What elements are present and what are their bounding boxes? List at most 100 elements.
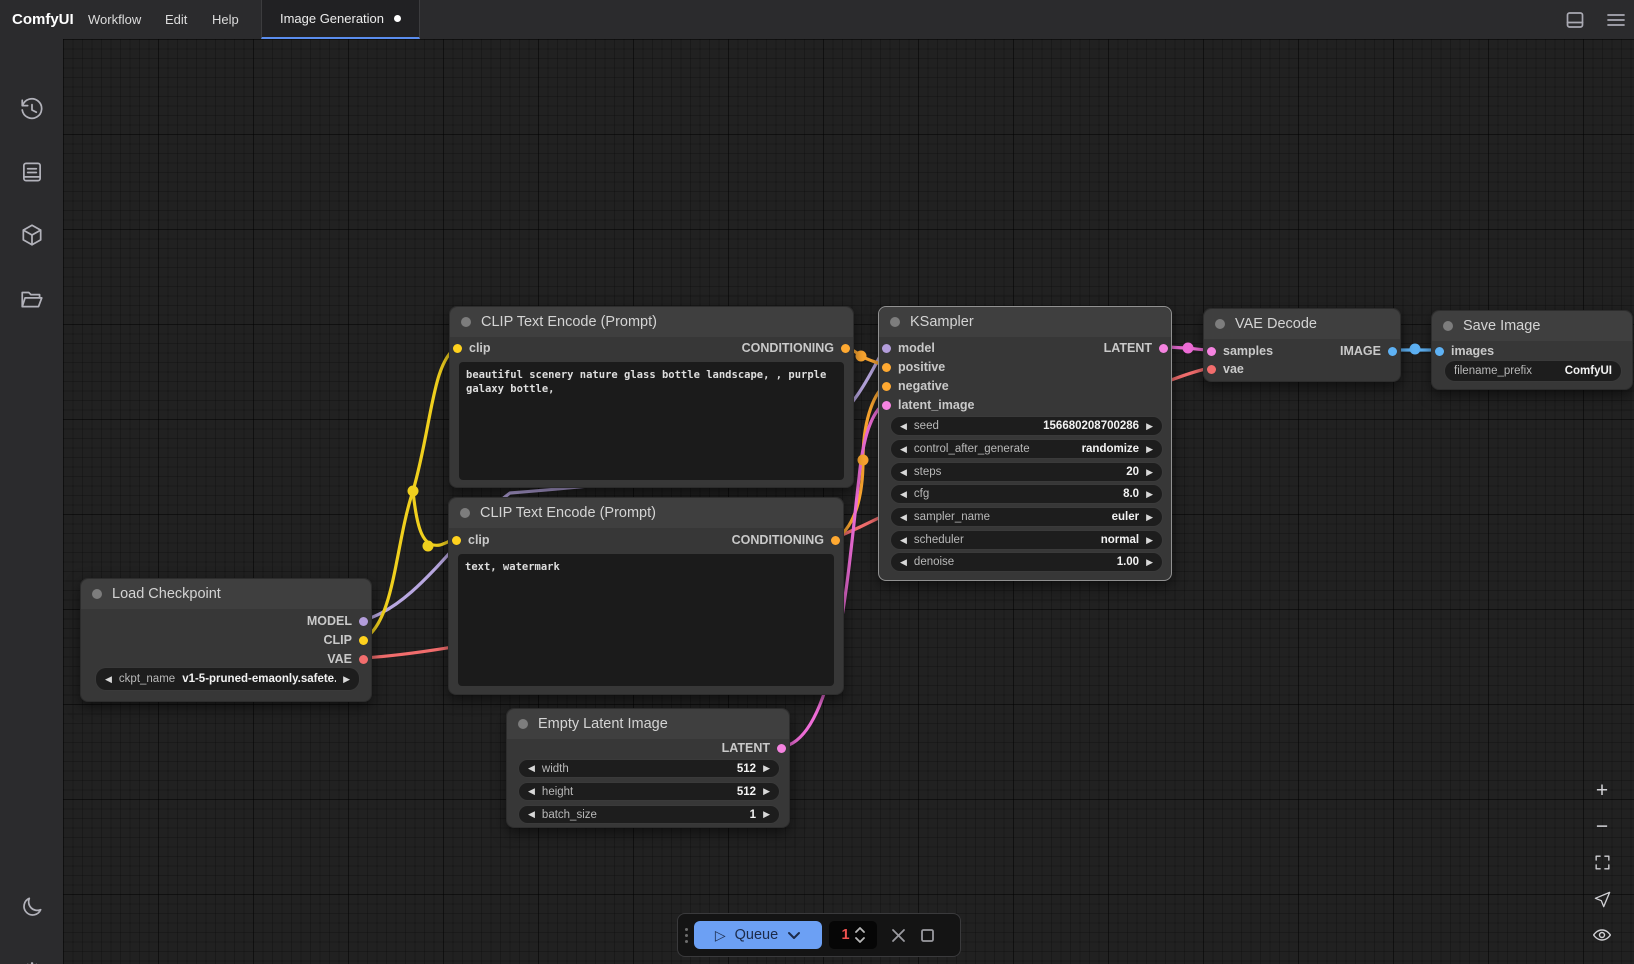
width-widget[interactable]: ◀width512▶ [518,759,780,778]
input-port-positive[interactable] [882,363,891,372]
output-port-vae[interactable] [359,655,368,664]
next-arrow-icon[interactable]: ▶ [763,763,770,774]
collapse-dot-icon[interactable] [461,317,471,327]
batch-size-widget[interactable]: ◀batch_size1▶ [518,805,780,824]
node-header[interactable]: KSampler [879,307,1171,337]
reroute-dot[interactable] [858,455,869,466]
next-arrow-icon[interactable]: ▶ [1146,467,1153,478]
output-port-model[interactable] [359,617,368,626]
node-header[interactable]: VAE Decode [1204,309,1400,339]
prev-arrow-icon[interactable]: ◀ [900,535,907,546]
clear-queue-icon[interactable] [891,928,906,943]
batch-count-value[interactable]: 1 [841,927,849,943]
menu-edit[interactable]: Edit [165,0,187,39]
reroute-dot[interactable] [408,486,419,497]
collapse-dot-icon[interactable] [1443,321,1453,331]
prev-arrow-icon[interactable]: ◀ [528,809,535,820]
scheduler-widget[interactable]: ◀schedulernormal▶ [890,530,1163,550]
queue-log-icon[interactable] [19,159,45,185]
next-arrow-icon[interactable]: ▶ [343,674,350,685]
ckpt-name-widget[interactable]: ◀ ckpt_name v1-5-pruned-emaonly.safete..… [95,667,360,691]
fit-view-button[interactable] [1588,848,1616,876]
pan-mode-button[interactable] [1588,885,1616,913]
control-after-generate-widget[interactable]: ◀control_after_generaterandomize▶ [890,439,1163,459]
node-header[interactable]: Save Image [1432,311,1632,341]
input-port-negative[interactable] [882,382,891,391]
prev-arrow-icon[interactable]: ◀ [528,786,535,797]
prev-arrow-icon[interactable]: ◀ [528,763,535,774]
next-arrow-icon[interactable]: ▶ [1146,489,1153,500]
reroute-dot[interactable] [856,351,867,362]
collapse-dot-icon[interactable] [92,589,102,599]
zoom-out-button[interactable]: − [1588,812,1616,840]
node-clip-text-encode-negative[interactable]: CLIP Text Encode (Prompt) clip CONDITION… [448,497,844,695]
next-arrow-icon[interactable]: ▶ [1146,512,1153,523]
node-save-image[interactable]: Save Image images filename_prefix ComfyU… [1431,310,1633,390]
settings-gear-icon[interactable]: ⚙ [19,958,45,964]
sampler-name-widget[interactable]: ◀sampler_nameeuler▶ [890,507,1163,527]
prev-arrow-icon[interactable]: ◀ [900,421,907,432]
node-clip-text-encode-positive[interactable]: CLIP Text Encode (Prompt) clip CONDITION… [449,306,854,488]
output-port-image[interactable] [1388,347,1397,356]
input-port-model[interactable] [882,344,891,353]
node-header[interactable]: Empty Latent Image [507,709,789,739]
prev-arrow-icon[interactable]: ◀ [900,444,907,455]
prompt-textarea[interactable]: text, watermark [458,554,834,686]
unsaved-indicator-icon[interactable] [394,15,401,22]
toggle-visibility-eye-button[interactable] [1588,921,1616,949]
collapse-dot-icon[interactable] [1215,319,1225,329]
history-icon[interactable] [19,97,45,123]
reroute-dot[interactable] [1183,343,1194,354]
steps-widget[interactable]: ◀steps20▶ [890,462,1163,482]
input-port-clip[interactable] [453,344,462,353]
output-port-latent[interactable] [1159,344,1168,353]
cfg-widget[interactable]: ◀cfg8.0▶ [890,484,1163,504]
output-port-conditioning[interactable] [831,536,840,545]
prev-arrow-icon[interactable]: ◀ [900,467,907,478]
next-arrow-icon[interactable]: ▶ [1146,535,1153,546]
hamburger-menu-icon[interactable] [1604,8,1628,32]
next-arrow-icon[interactable]: ▶ [763,809,770,820]
node-header[interactable]: Load Checkpoint [81,579,371,609]
prev-arrow-icon[interactable]: ◀ [900,489,907,500]
prev-arrow-icon[interactable]: ◀ [900,512,907,523]
height-widget[interactable]: ◀height512▶ [518,782,780,801]
queue-button[interactable]: ▷ Queue [694,921,822,949]
model-library-icon[interactable] [19,222,45,248]
output-port-latent[interactable] [777,744,786,753]
node-load-checkpoint[interactable]: Load Checkpoint MODEL CLIP VAE ◀ ckpt_na… [80,578,372,702]
seed-widget[interactable]: ◀seed156680208700286▶ [890,416,1163,436]
tab-image-generation[interactable]: Image Generation [261,0,420,39]
menu-help[interactable]: Help [212,0,239,39]
workflows-folder-icon[interactable] [19,286,45,312]
prev-arrow-icon[interactable]: ◀ [900,557,907,568]
input-port-images[interactable] [1435,347,1444,356]
stop-icon[interactable] [920,928,935,943]
node-header[interactable]: CLIP Text Encode (Prompt) [450,307,853,337]
output-port-conditioning[interactable] [841,344,850,353]
menu-workflow[interactable]: Workflow [88,0,141,39]
collapse-dot-icon[interactable] [460,508,470,518]
prev-arrow-icon[interactable]: ◀ [105,674,112,685]
node-ksampler[interactable]: KSampler model LATENT positive negative … [878,306,1172,581]
node-empty-latent-image[interactable]: Empty Latent Image LATENT ◀width512▶ ◀he… [506,708,790,828]
theme-moon-icon[interactable] [19,894,45,920]
reroute-dot[interactable] [423,541,434,552]
batch-count-input[interactable]: 1 [829,921,877,949]
prompt-textarea[interactable]: beautiful scenery nature glass bottle la… [459,362,844,480]
node-vae-decode[interactable]: VAE Decode samples IMAGE vae [1203,308,1401,382]
node-header[interactable]: CLIP Text Encode (Prompt) [449,498,843,528]
next-arrow-icon[interactable]: ▶ [1146,421,1153,432]
chevron-down-icon[interactable] [787,931,801,940]
next-arrow-icon[interactable]: ▶ [1146,444,1153,455]
output-port-clip[interactable] [359,636,368,645]
denoise-widget[interactable]: ◀denoise1.00▶ [890,552,1163,572]
input-port-latent-image[interactable] [882,401,891,410]
bottom-panel-toggle-icon[interactable] [1563,8,1587,32]
next-arrow-icon[interactable]: ▶ [1146,557,1153,568]
next-arrow-icon[interactable]: ▶ [763,786,770,797]
input-port-samples[interactable] [1207,347,1216,356]
zoom-in-button[interactable]: + [1588,776,1616,804]
collapse-dot-icon[interactable] [890,317,900,327]
input-port-clip[interactable] [452,536,461,545]
